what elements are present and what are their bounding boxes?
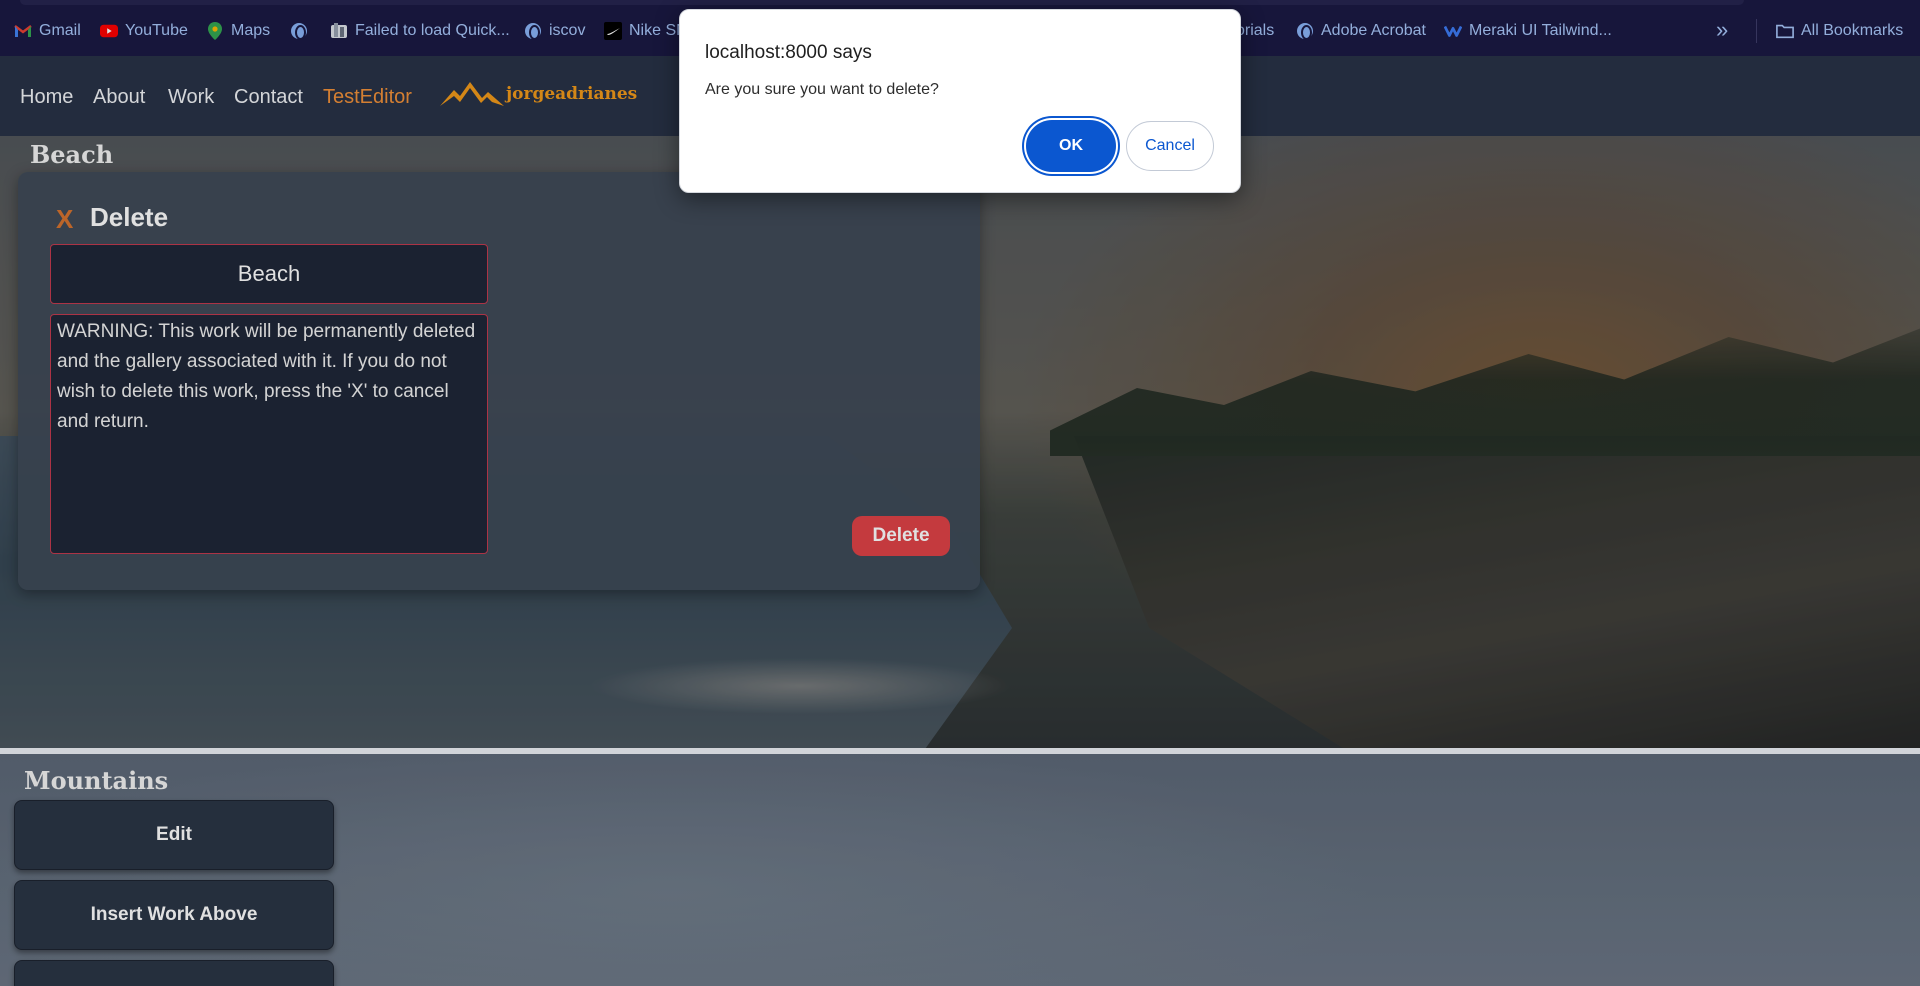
mountains-section: Mountains Edit Insert Work Above <box>0 754 1920 986</box>
warning-textarea[interactable]: WARNING: This work will be permanently d… <box>50 314 488 554</box>
bookmark-iscov[interactable]: iscov <box>524 20 585 42</box>
panel-heading: Delete <box>90 202 169 232</box>
maps-icon <box>206 22 224 40</box>
page-icon <box>330 22 348 40</box>
ok-button[interactable]: OK <box>1026 120 1116 172</box>
mountain-logo-icon <box>440 82 504 106</box>
section-title-mountains: Mountains <box>24 766 169 795</box>
bookmark-nike[interactable]: Nike SN <box>604 20 688 42</box>
beach-section: Beach X Delete Beach WARNING: This work … <box>0 136 1920 748</box>
gmail-icon <box>14 22 32 40</box>
bookmark-label: orials <box>1236 22 1275 39</box>
nav-about-link[interactable]: About <box>93 86 145 109</box>
close-icon[interactable]: X <box>56 204 73 235</box>
bookmark-adobe-acrobat[interactable]: Adobe Acrobat <box>1296 20 1426 42</box>
bookmark-label: Failed to load Quick... <box>355 22 510 39</box>
meraki-icon <box>1444 22 1462 40</box>
all-bookmarks-button[interactable]: All Bookmarks <box>1776 20 1903 42</box>
mountains-image <box>0 754 1920 986</box>
nike-icon <box>604 22 622 40</box>
folder-icon <box>1776 22 1794 40</box>
bookmark-maps[interactable]: Maps <box>206 20 270 42</box>
bookmark-meraki[interactable]: Meraki UI Tailwind... <box>1444 20 1612 42</box>
bookmark-quickbooks[interactable]: Failed to load Quick... <box>330 20 510 42</box>
web-page: Home About Work Contact TestEditor jorge… <box>0 56 1920 986</box>
bookmark-label: Meraki UI Tailwind... <box>1469 22 1612 39</box>
nav-home-link[interactable]: Home <box>20 86 73 109</box>
section-title-beach: Beach <box>30 140 114 169</box>
globe-icon <box>1296 22 1314 40</box>
nav-testeditor-link[interactable]: TestEditor <box>323 86 412 109</box>
bookmark-label: YouTube <box>125 22 188 39</box>
bookmark-tutorials[interactable]: orials <box>1236 20 1274 42</box>
dialog-title: localhost:8000 says <box>705 42 872 63</box>
delete-button[interactable]: Delete <box>852 516 950 556</box>
confirm-dialog: localhost:8000 says Are you sure you wan… <box>679 9 1241 193</box>
more-bookmarks-chevron-icon[interactable]: » <box>1716 17 1728 43</box>
globe-icon <box>290 22 308 40</box>
tab-strip-edge <box>20 0 1744 5</box>
bookmark-label: Adobe Acrobat <box>1321 22 1426 39</box>
mountains-action-button[interactable] <box>14 960 334 986</box>
globe-icon <box>524 22 542 40</box>
insert-work-above-button[interactable]: Insert Work Above <box>14 880 334 950</box>
delete-work-panel: X Delete Beach WARNING: This work will b… <box>18 172 980 590</box>
youtube-icon <box>100 22 118 40</box>
dialog-message: Are you sure you want to delete? <box>705 81 939 98</box>
bookmark-label: Gmail <box>39 22 81 39</box>
logo-text: jorgeadrianes <box>506 84 638 104</box>
nav-work-link[interactable]: Work <box>168 86 214 109</box>
site-logo[interactable]: jorgeadrianes <box>440 76 637 112</box>
all-bookmarks-label: All Bookmarks <box>1801 22 1904 39</box>
cancel-button[interactable]: Cancel <box>1126 121 1214 171</box>
edit-button[interactable]: Edit <box>14 800 334 870</box>
bookmark-youtube[interactable]: YouTube <box>100 20 188 42</box>
bookmarks-divider <box>1756 19 1757 43</box>
bookmark-gmail[interactable]: Gmail <box>14 20 81 42</box>
bookmark-label: iscov <box>549 22 586 39</box>
work-title-field[interactable]: Beach <box>50 244 488 304</box>
nav-contact-link[interactable]: Contact <box>234 86 303 109</box>
bookmark-globe[interactable] <box>290 20 308 42</box>
bookmark-label: Maps <box>231 22 271 39</box>
